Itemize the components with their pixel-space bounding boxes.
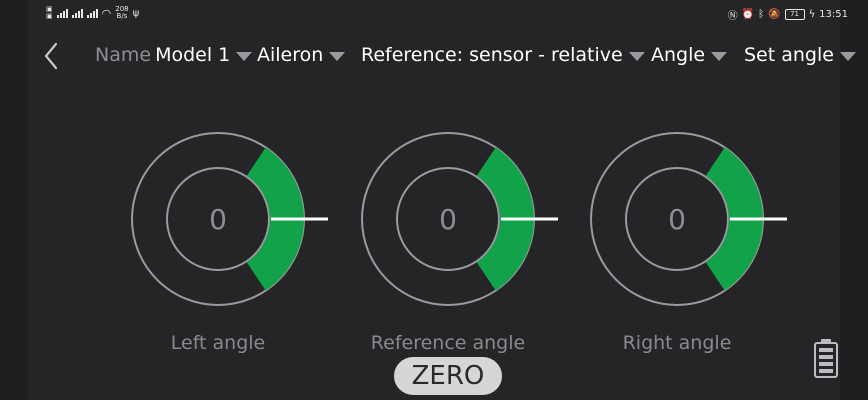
- reference-angle-value: 0: [439, 202, 457, 236]
- signal-icon-3: [86, 8, 98, 18]
- battery-status-icon: 71: [784, 9, 805, 20]
- bluetooth-icon: ᛒ: [758, 9, 765, 20]
- nfc-icon: Ⓝ: [727, 11, 738, 22]
- surface-selector[interactable]: Aileron: [257, 44, 346, 66]
- back-button[interactable]: [40, 40, 68, 72]
- sim-icon: ▣ ▣: [46, 5, 53, 20]
- name-label: Name: [95, 44, 152, 66]
- reference-selector[interactable]: Reference: sensor - relative: [361, 44, 645, 66]
- surface-value: Aileron: [257, 44, 324, 66]
- reference-angle-gauge: 0: [361, 132, 558, 306]
- right-angle-value: 0: [668, 202, 686, 236]
- mute-icon: 🔕: [768, 9, 781, 20]
- caret-down-icon: [329, 51, 346, 61]
- left-angle-label: Left angle: [170, 332, 266, 354]
- status-left: ▣ ▣ ◠ 208 B/s ψ: [46, 6, 139, 20]
- alarm-icon: ⏰: [741, 9, 755, 20]
- reference-value: Reference: sensor - relative: [361, 44, 623, 66]
- measure-value: Angle: [651, 44, 706, 66]
- reference-angle-label: Reference angle: [370, 332, 526, 354]
- mode-value: Set angle: [744, 44, 834, 66]
- chevron-left-icon: [44, 42, 58, 70]
- left-angle-gauge: 0: [131, 132, 328, 306]
- mode-selector[interactable]: Set angle: [744, 44, 856, 66]
- caret-down-icon: [839, 51, 856, 61]
- status-time: 13:51: [819, 9, 848, 20]
- caret-down-icon: [711, 51, 728, 61]
- network-speed-unit: B/s: [116, 12, 128, 20]
- network-speed: 208 B/s: [115, 6, 128, 20]
- right-angle-gauge: 0: [590, 132, 787, 306]
- model-selector[interactable]: Name Model 1: [95, 44, 253, 66]
- left-angle-value: 0: [209, 202, 227, 236]
- toolbar: Name Model 1 Aileron Reference: sensor -…: [0, 38, 868, 74]
- right-angle-label: Right angle: [622, 332, 732, 354]
- wifi-icon: ◠: [101, 6, 112, 20]
- charging-icon: ϟ: [808, 9, 816, 20]
- battery-glyph: [814, 339, 838, 378]
- caret-down-icon: [628, 51, 645, 61]
- battery-level: 71: [790, 10, 800, 18]
- usb-icon: ψ: [132, 7, 140, 19]
- status-right: Ⓝ ⏰ ᛒ 🔕 71 ϟ 13:51: [728, 7, 848, 22]
- zero-button[interactable]: ZERO: [394, 357, 502, 395]
- model-value: Model 1: [155, 44, 231, 66]
- status-bar: ▣ ▣ ◠ 208 B/s ψ Ⓝ ⏰ ᛒ 🔕 71 ϟ 13:51: [0, 0, 868, 30]
- signal-icon: [56, 8, 68, 18]
- measure-selector[interactable]: Angle: [651, 44, 728, 66]
- battery-icon[interactable]: [813, 338, 839, 378]
- caret-down-icon: [236, 51, 253, 61]
- signal-icon-2: [71, 8, 83, 18]
